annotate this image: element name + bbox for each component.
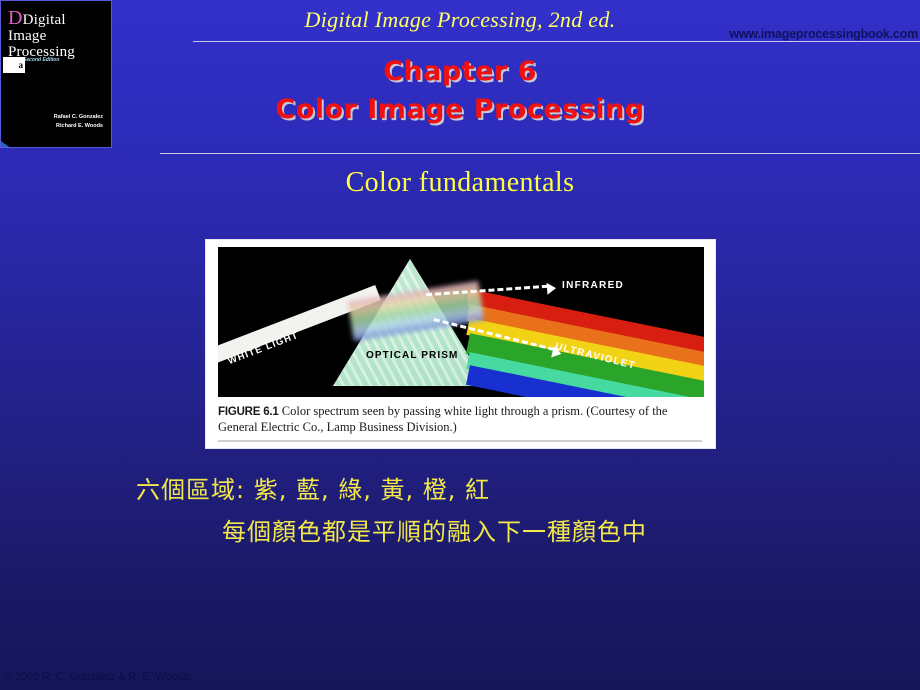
- section-divider-rule: [160, 153, 920, 154]
- footer-copyright: © 2002 R. C. Gonzalez & R. E. Woods: [4, 671, 189, 683]
- optical-prism-label: OPTICAL PRISM: [366, 350, 459, 361]
- note-line-regions: 六個區域: 紫, 藍, 綠, 黃, 橙, 紅: [136, 476, 491, 504]
- slide-canvas: a DDigital Image Processing Second Editi…: [0, 0, 920, 690]
- header-divider-rule: [193, 41, 920, 42]
- book-website-url[interactable]: www.imageprocessingbook.com: [729, 27, 918, 41]
- prism-spectrum-photo: WHITE LIGHT OPTICAL PRISM INFRARED ULTRA…: [218, 247, 704, 397]
- chapter-heading: Chapter 6 Color Image Processing: [0, 53, 920, 129]
- figure-card: WHITE LIGHT OPTICAL PRISM INFRARED ULTRA…: [206, 240, 715, 448]
- cover-author-1: Rafael C. Gonzalez: [53, 114, 103, 120]
- cover-spine-badge: a: [3, 57, 25, 73]
- figure-caption-rule: [218, 440, 702, 442]
- chapter-title-line: Color Image Processing: [275, 94, 645, 125]
- book-cover-image: a DDigital Image Processing Second Editi…: [0, 0, 112, 148]
- figure-caption: FIGURE 6.1 Color spectrum seen by passin…: [218, 404, 702, 435]
- note-line-blending: 每個顏色都是平順的融入下一種顏色中: [222, 518, 647, 546]
- cover-title-line1: Digital: [22, 12, 66, 28]
- cover-title: DDigital Image Processing: [8, 7, 108, 60]
- infrared-label: INFRARED: [562, 280, 625, 291]
- figure-caption-text: Color spectrum seen by passing white lig…: [218, 404, 668, 434]
- cover-title-line2: Image: [8, 28, 47, 44]
- cover-authors: Rafael C. Gonzalez Richard E. Woods: [54, 113, 103, 131]
- cover-author-2: Richard E. Woods: [56, 123, 103, 129]
- cover-edition: Second Edition: [23, 57, 60, 63]
- figure-caption-number: FIGURE 6.1: [218, 406, 279, 418]
- section-title: Color fundamentals: [345, 167, 575, 198]
- cover-title-dropcap: D: [8, 7, 23, 29]
- chapter-number-line: Chapter 6: [383, 56, 537, 87]
